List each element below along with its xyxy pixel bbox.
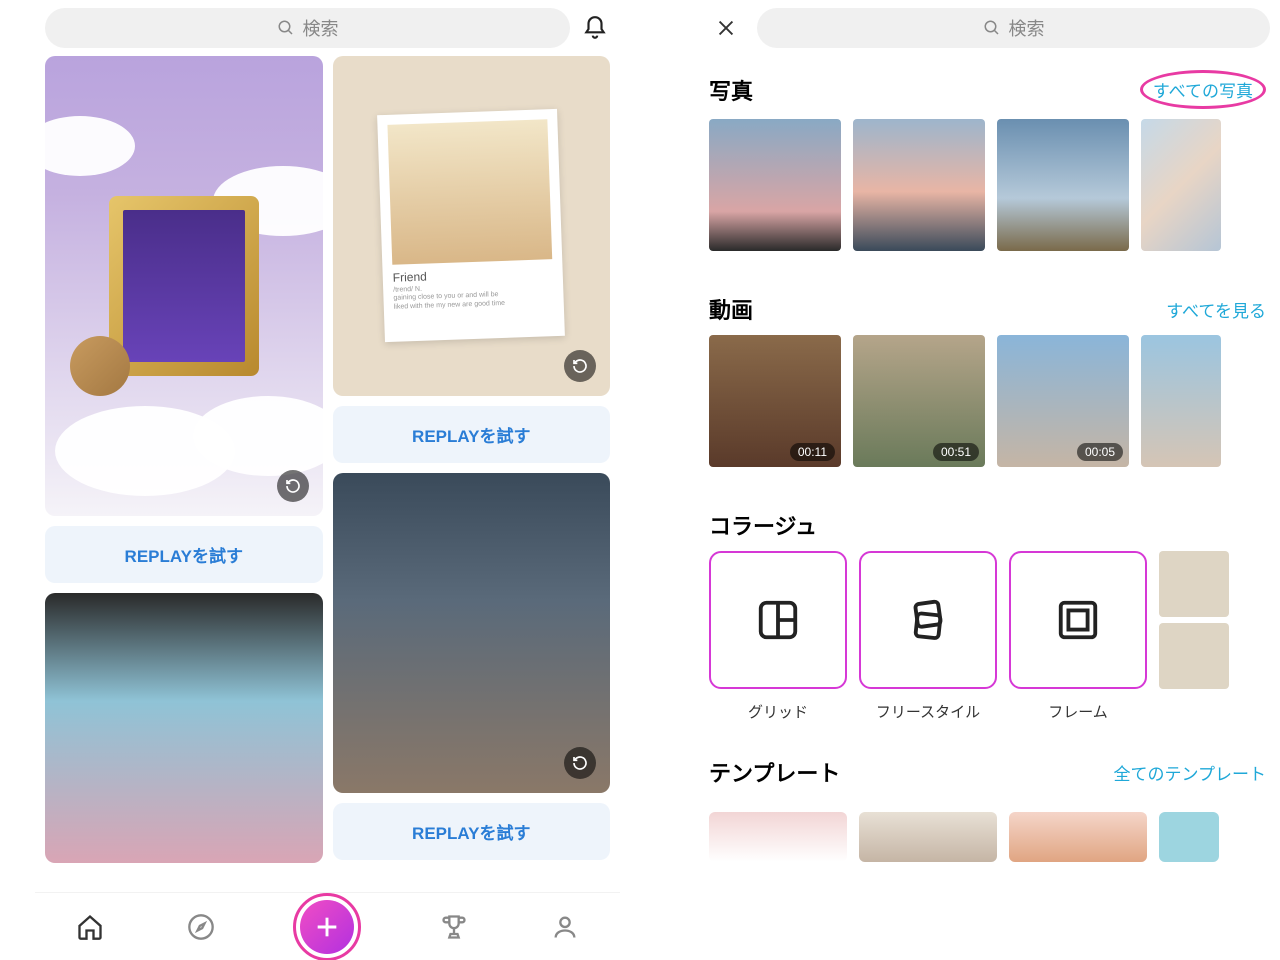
video-thumb[interactable]: 00:05 <box>997 335 1129 467</box>
plus-icon <box>313 913 341 941</box>
feed-card[interactable] <box>45 593 323 863</box>
replay-try-button[interactable]: REPLAYを試す <box>333 803 611 860</box>
video-duration: 00:51 <box>933 443 979 461</box>
search-input[interactable]: 検索 <box>45 8 570 48</box>
freestyle-icon <box>905 597 951 643</box>
all-videos-link[interactable]: すべてを見る <box>1166 297 1266 322</box>
collage-label: グリッド <box>709 701 847 722</box>
feed-col-right: Friend /trend/ N.gaining close to you or… <box>333 56 611 886</box>
template-thumb[interactable] <box>859 812 997 862</box>
video-duration: 00:11 <box>790 443 835 461</box>
close-button[interactable] <box>705 17 747 39</box>
bell-icon <box>582 15 608 41</box>
notifications-button[interactable] <box>580 13 610 43</box>
collage-label: フレーム <box>1009 701 1147 722</box>
frame-icon <box>1055 597 1101 643</box>
all-templates-link[interactable]: 全てのテンプレート <box>1114 760 1267 785</box>
trophy-icon <box>440 913 468 941</box>
collage-labels: グリッド フリースタイル フレーム <box>695 689 1280 722</box>
feed-card[interactable]: Friend /trend/ N.gaining close to you or… <box>333 56 611 396</box>
nav-discover[interactable] <box>183 909 219 945</box>
nav-profile[interactable] <box>547 909 583 945</box>
feed: REPLAYを試す Friend /trend/ N.gaining close… <box>35 56 620 886</box>
section-header-videos: 動画 すべてを見る <box>695 279 1280 335</box>
nav-create-button[interactable] <box>300 900 354 954</box>
collage-freestyle-button[interactable] <box>859 551 997 689</box>
replay-icon <box>564 350 596 382</box>
collage-thumb[interactable] <box>1159 551 1229 689</box>
replay-try-button[interactable]: REPLAYを試す <box>45 526 323 583</box>
video-thumb[interactable] <box>1141 335 1221 467</box>
template-thumb[interactable] <box>709 812 847 862</box>
all-photos-link[interactable]: すべての写真 <box>1153 82 1253 101</box>
template-thumb[interactable] <box>1159 812 1219 862</box>
bottom-nav <box>35 892 620 960</box>
section-header-collage: コラージュ <box>695 495 1280 551</box>
section-title: コラージュ <box>709 509 817 541</box>
collage-frame-button[interactable] <box>1009 551 1147 689</box>
compass-icon <box>187 913 215 941</box>
topbar-left: 検索 <box>35 0 620 56</box>
highlight-circle <box>293 893 361 960</box>
section-title: 動画 <box>709 293 753 325</box>
video-thumb[interactable]: 00:11 <box>709 335 841 467</box>
section-header-photos: 写真 すべての写真 <box>695 56 1280 119</box>
feed-col-left: REPLAYを試す <box>45 56 323 886</box>
replay-icon <box>564 747 596 779</box>
search-placeholder: 検索 <box>303 15 339 41</box>
photo-thumb[interactable] <box>709 119 841 251</box>
collage-label: フリースタイル <box>859 701 997 722</box>
templates-row <box>695 812 1280 862</box>
replay-try-button[interactable]: REPLAYを試す <box>333 406 611 463</box>
video-thumb[interactable]: 00:51 <box>853 335 985 467</box>
profile-icon <box>551 913 579 941</box>
search-icon <box>277 19 295 37</box>
photo-thumb[interactable] <box>1141 119 1221 251</box>
grid-icon <box>755 597 801 643</box>
collage-grid-button[interactable] <box>709 551 847 689</box>
section-title: 写真 <box>709 74 753 106</box>
feed-card[interactable] <box>45 56 323 516</box>
highlight-oval: すべての写真 <box>1140 70 1266 109</box>
photo-thumb[interactable] <box>997 119 1129 251</box>
search-icon <box>983 19 1001 37</box>
nav-home[interactable] <box>72 909 108 945</box>
nav-challenges[interactable] <box>436 909 472 945</box>
phone-left-screen: 検索 REPLAYを試す <box>35 0 620 960</box>
videos-row: 00:11 00:51 00:05 <box>695 335 1280 467</box>
photo-thumb[interactable] <box>853 119 985 251</box>
home-icon <box>76 913 104 941</box>
search-placeholder: 検索 <box>1009 15 1045 41</box>
collage-row <box>695 551 1280 689</box>
template-thumb[interactable] <box>1009 812 1147 862</box>
replay-icon <box>277 470 309 502</box>
feed-card[interactable] <box>333 473 611 793</box>
close-icon <box>715 17 737 39</box>
video-duration: 00:05 <box>1077 443 1123 461</box>
search-input[interactable]: 検索 <box>757 8 1270 48</box>
section-header-templates: テンプレート 全てのテンプレート <box>695 742 1280 798</box>
section-title: テンプレート <box>709 756 840 788</box>
photos-row <box>695 119 1280 251</box>
topbar-right: 検索 <box>695 0 1280 56</box>
phone-right-screen: 検索 写真 すべての写真 動画 すべてを見る 00:11 00:51 00:05 <box>695 0 1280 960</box>
